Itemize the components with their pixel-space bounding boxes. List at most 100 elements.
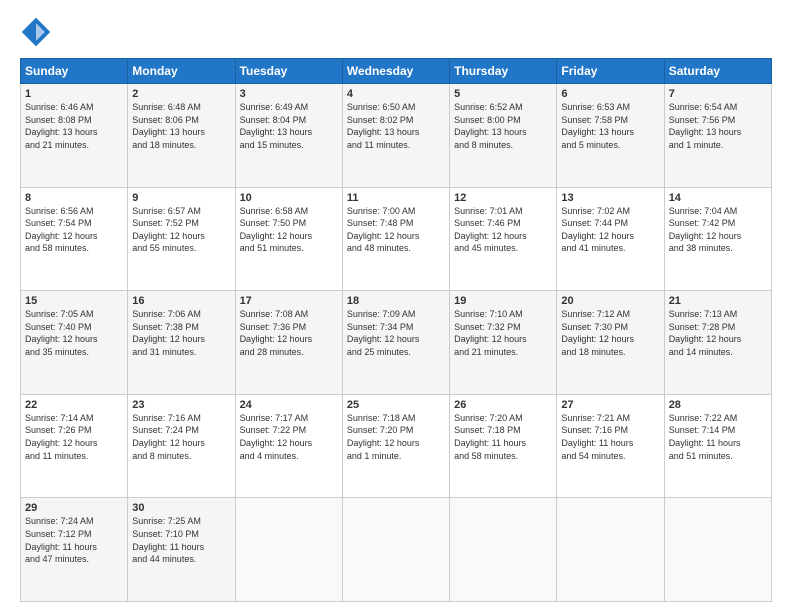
day-number: 25 [347,399,445,411]
day-number: 26 [454,399,552,411]
day-cell: 15 Sunrise: 7:05 AMSunset: 7:40 PMDaylig… [21,291,128,395]
day-cell [235,498,342,602]
day-info: Sunrise: 7:22 AMSunset: 7:14 PMDaylight:… [669,412,767,462]
day-number: 18 [347,295,445,307]
day-number: 14 [669,192,767,204]
day-info: Sunrise: 6:49 AMSunset: 8:04 PMDaylight:… [240,101,338,151]
day-cell [450,498,557,602]
day-cell [342,498,449,602]
day-info: Sunrise: 6:58 AMSunset: 7:50 PMDaylight:… [240,205,338,255]
day-cell: 2 Sunrise: 6:48 AMSunset: 8:06 PMDayligh… [128,84,235,188]
day-info: Sunrise: 7:08 AMSunset: 7:36 PMDaylight:… [240,308,338,358]
col-header-tuesday: Tuesday [235,59,342,84]
day-cell: 22 Sunrise: 7:14 AMSunset: 7:26 PMDaylig… [21,394,128,498]
day-info: Sunrise: 7:20 AMSunset: 7:18 PMDaylight:… [454,412,552,462]
col-header-wednesday: Wednesday [342,59,449,84]
day-info: Sunrise: 7:14 AMSunset: 7:26 PMDaylight:… [25,412,123,462]
day-cell: 30 Sunrise: 7:25 AMSunset: 7:10 PMDaylig… [128,498,235,602]
day-info: Sunrise: 7:10 AMSunset: 7:32 PMDaylight:… [454,308,552,358]
day-cell: 16 Sunrise: 7:06 AMSunset: 7:38 PMDaylig… [128,291,235,395]
day-number: 6 [561,88,659,100]
day-info: Sunrise: 7:18 AMSunset: 7:20 PMDaylight:… [347,412,445,462]
day-number: 20 [561,295,659,307]
day-number: 27 [561,399,659,411]
day-number: 4 [347,88,445,100]
week-row-5: 29 Sunrise: 7:24 AMSunset: 7:12 PMDaylig… [21,498,772,602]
day-cell: 18 Sunrise: 7:09 AMSunset: 7:34 PMDaylig… [342,291,449,395]
day-info: Sunrise: 7:01 AMSunset: 7:46 PMDaylight:… [454,205,552,255]
day-cell: 28 Sunrise: 7:22 AMSunset: 7:14 PMDaylig… [664,394,771,498]
logo [20,16,56,48]
day-info: Sunrise: 7:04 AMSunset: 7:42 PMDaylight:… [669,205,767,255]
header-row: SundayMondayTuesdayWednesdayThursdayFrid… [21,59,772,84]
week-row-2: 8 Sunrise: 6:56 AMSunset: 7:54 PMDayligh… [21,187,772,291]
day-info: Sunrise: 7:12 AMSunset: 7:30 PMDaylight:… [561,308,659,358]
day-cell: 29 Sunrise: 7:24 AMSunset: 7:12 PMDaylig… [21,498,128,602]
day-info: Sunrise: 6:53 AMSunset: 7:58 PMDaylight:… [561,101,659,151]
day-cell: 21 Sunrise: 7:13 AMSunset: 7:28 PMDaylig… [664,291,771,395]
day-number: 28 [669,399,767,411]
day-cell: 23 Sunrise: 7:16 AMSunset: 7:24 PMDaylig… [128,394,235,498]
day-number: 12 [454,192,552,204]
day-info: Sunrise: 7:24 AMSunset: 7:12 PMDaylight:… [25,515,123,565]
col-header-saturday: Saturday [664,59,771,84]
day-info: Sunrise: 6:57 AMSunset: 7:52 PMDaylight:… [132,205,230,255]
day-number: 21 [669,295,767,307]
col-header-friday: Friday [557,59,664,84]
day-number: 5 [454,88,552,100]
day-cell: 12 Sunrise: 7:01 AMSunset: 7:46 PMDaylig… [450,187,557,291]
week-row-3: 15 Sunrise: 7:05 AMSunset: 7:40 PMDaylig… [21,291,772,395]
day-number: 23 [132,399,230,411]
day-cell: 13 Sunrise: 7:02 AMSunset: 7:44 PMDaylig… [557,187,664,291]
day-number: 10 [240,192,338,204]
day-number: 1 [25,88,123,100]
day-number: 15 [25,295,123,307]
day-cell: 9 Sunrise: 6:57 AMSunset: 7:52 PMDayligh… [128,187,235,291]
day-info: Sunrise: 6:54 AMSunset: 7:56 PMDaylight:… [669,101,767,151]
day-cell: 25 Sunrise: 7:18 AMSunset: 7:20 PMDaylig… [342,394,449,498]
day-info: Sunrise: 6:46 AMSunset: 8:08 PMDaylight:… [25,101,123,151]
day-cell: 5 Sunrise: 6:52 AMSunset: 8:00 PMDayligh… [450,84,557,188]
day-info: Sunrise: 7:17 AMSunset: 7:22 PMDaylight:… [240,412,338,462]
day-info: Sunrise: 7:05 AMSunset: 7:40 PMDaylight:… [25,308,123,358]
day-cell: 3 Sunrise: 6:49 AMSunset: 8:04 PMDayligh… [235,84,342,188]
day-cell: 1 Sunrise: 6:46 AMSunset: 8:08 PMDayligh… [21,84,128,188]
day-cell: 8 Sunrise: 6:56 AMSunset: 7:54 PMDayligh… [21,187,128,291]
day-info: Sunrise: 7:16 AMSunset: 7:24 PMDaylight:… [132,412,230,462]
day-cell: 14 Sunrise: 7:04 AMSunset: 7:42 PMDaylig… [664,187,771,291]
day-info: Sunrise: 7:21 AMSunset: 7:16 PMDaylight:… [561,412,659,462]
day-number: 30 [132,502,230,514]
day-number: 9 [132,192,230,204]
day-cell: 17 Sunrise: 7:08 AMSunset: 7:36 PMDaylig… [235,291,342,395]
day-cell: 4 Sunrise: 6:50 AMSunset: 8:02 PMDayligh… [342,84,449,188]
day-cell [557,498,664,602]
day-info: Sunrise: 6:50 AMSunset: 8:02 PMDaylight:… [347,101,445,151]
day-number: 24 [240,399,338,411]
day-cell: 6 Sunrise: 6:53 AMSunset: 7:58 PMDayligh… [557,84,664,188]
day-cell: 7 Sunrise: 6:54 AMSunset: 7:56 PMDayligh… [664,84,771,188]
day-cell: 27 Sunrise: 7:21 AMSunset: 7:16 PMDaylig… [557,394,664,498]
day-info: Sunrise: 7:00 AMSunset: 7:48 PMDaylight:… [347,205,445,255]
logo-icon [20,16,52,48]
day-info: Sunrise: 7:25 AMSunset: 7:10 PMDaylight:… [132,515,230,565]
calendar: SundayMondayTuesdayWednesdayThursdayFrid… [20,58,772,602]
week-row-1: 1 Sunrise: 6:46 AMSunset: 8:08 PMDayligh… [21,84,772,188]
day-cell: 10 Sunrise: 6:58 AMSunset: 7:50 PMDaylig… [235,187,342,291]
page: SundayMondayTuesdayWednesdayThursdayFrid… [0,0,792,612]
header [20,16,772,48]
day-number: 2 [132,88,230,100]
day-cell: 19 Sunrise: 7:10 AMSunset: 7:32 PMDaylig… [450,291,557,395]
day-number: 3 [240,88,338,100]
day-number: 19 [454,295,552,307]
day-cell: 20 Sunrise: 7:12 AMSunset: 7:30 PMDaylig… [557,291,664,395]
day-cell: 26 Sunrise: 7:20 AMSunset: 7:18 PMDaylig… [450,394,557,498]
day-info: Sunrise: 7:09 AMSunset: 7:34 PMDaylight:… [347,308,445,358]
day-info: Sunrise: 7:13 AMSunset: 7:28 PMDaylight:… [669,308,767,358]
day-number: 29 [25,502,123,514]
day-info: Sunrise: 6:48 AMSunset: 8:06 PMDaylight:… [132,101,230,151]
day-number: 13 [561,192,659,204]
day-cell: 24 Sunrise: 7:17 AMSunset: 7:22 PMDaylig… [235,394,342,498]
day-cell: 11 Sunrise: 7:00 AMSunset: 7:48 PMDaylig… [342,187,449,291]
day-cell [664,498,771,602]
day-info: Sunrise: 7:06 AMSunset: 7:38 PMDaylight:… [132,308,230,358]
